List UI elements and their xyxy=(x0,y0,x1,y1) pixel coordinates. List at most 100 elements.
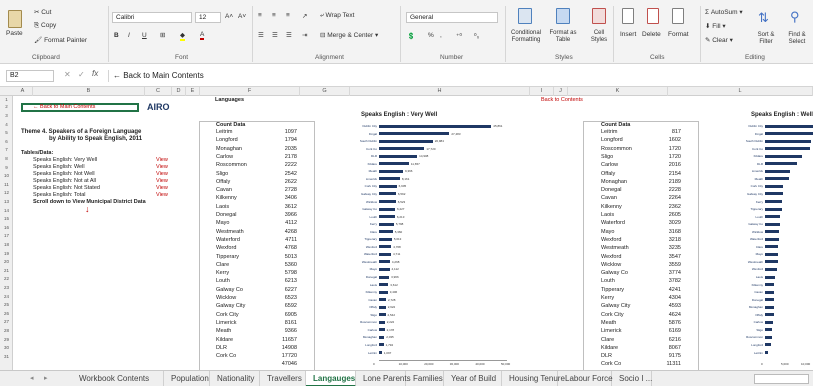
row-header[interactable]: 2 xyxy=(0,103,13,110)
chart-bar[interactable] xyxy=(765,320,774,324)
chart-bar[interactable] xyxy=(379,237,392,241)
align-middle-icon[interactable]: ≡ xyxy=(272,12,276,19)
row-header[interactable]: 9 xyxy=(0,164,13,171)
row-header[interactable]: 10 xyxy=(0,172,13,179)
row-header[interactable]: 27 xyxy=(0,318,13,325)
chart-bar[interactable] xyxy=(765,139,811,143)
chart-bar[interactable] xyxy=(765,298,774,302)
format-as-table-icon[interactable] xyxy=(556,8,570,24)
row-header[interactable]: 21 xyxy=(0,267,13,274)
number-format-dropdown[interactable]: General xyxy=(406,12,498,23)
delete-cells-icon[interactable] xyxy=(647,8,659,24)
row-header[interactable]: 26 xyxy=(0,310,13,317)
orientation-icon[interactable]: ↗ xyxy=(302,12,307,20)
chart-bar[interactable] xyxy=(765,222,781,226)
autosum-button[interactable]: Σ AutoSum ▾ xyxy=(705,8,743,16)
tab-sheet[interactable]: Population xyxy=(164,371,210,386)
font-color-icon[interactable]: A xyxy=(200,31,205,40)
tab-sheet[interactable]: Travellers xyxy=(260,371,306,386)
sort-filter-button[interactable]: Sort & Filter xyxy=(752,32,780,46)
chart-bar[interactable] xyxy=(765,177,789,181)
column-header[interactable]: K xyxy=(568,87,668,96)
chart-bar[interactable] xyxy=(765,252,778,256)
toc-view-link[interactable]: View xyxy=(156,185,168,192)
chart-bar[interactable] xyxy=(765,147,811,151)
row-header[interactable]: 23 xyxy=(0,284,13,291)
chart-bar[interactable] xyxy=(379,139,433,143)
underline-button[interactable]: U xyxy=(142,32,147,39)
row-header[interactable]: 17 xyxy=(0,232,13,239)
row-header[interactable]: 11 xyxy=(0,181,13,188)
row-header[interactable]: 5 xyxy=(0,129,13,136)
chart-bar[interactable] xyxy=(379,177,400,181)
chart-bar[interactable] xyxy=(379,343,384,347)
row-header[interactable]: 24 xyxy=(0,293,13,300)
fill-color-icon[interactable]: ◆ xyxy=(180,31,185,41)
increase-font-icon[interactable]: A˄ xyxy=(225,13,233,20)
chart-bar[interactable] xyxy=(379,200,396,203)
tab-sheet[interactable]: Langauges xyxy=(306,371,356,386)
chart-bar[interactable] xyxy=(765,207,782,211)
chart-bar[interactable] xyxy=(765,230,780,234)
chart-bar[interactable] xyxy=(379,313,386,317)
chart-bar[interactable] xyxy=(765,184,784,188)
format-cells-button[interactable]: Format xyxy=(668,31,689,38)
chart-bar[interactable] xyxy=(379,162,409,166)
align-right-icon[interactable]: ☰ xyxy=(286,31,292,39)
chart-bar[interactable] xyxy=(379,275,390,279)
column-header[interactable]: D xyxy=(172,87,186,96)
chart-bar[interactable] xyxy=(379,147,425,151)
chart-bar[interactable] xyxy=(379,320,385,324)
align-bottom-icon[interactable]: ≡ xyxy=(286,12,290,19)
row-header[interactable]: 30 xyxy=(0,344,13,351)
format-painter-button[interactable]: 🖌 Format Painter xyxy=(34,36,87,44)
indent-icon[interactable]: ⇥ xyxy=(302,31,307,39)
enter-icon[interactable]: ✓ xyxy=(78,70,85,79)
row-header[interactable]: 12 xyxy=(0,189,13,196)
row-header[interactable]: 1 xyxy=(0,96,13,103)
tab-sheet[interactable]: Lone Parents xyxy=(356,371,411,386)
toc-view-link[interactable]: View xyxy=(156,164,168,171)
column-header[interactable]: G xyxy=(300,87,350,96)
fill-button[interactable]: ⬇ Fill ▾ xyxy=(705,22,726,30)
chart-bar[interactable] xyxy=(765,305,774,309)
chart-bar[interactable] xyxy=(379,298,386,302)
delete-cells-button[interactable]: Delete xyxy=(642,31,661,38)
insert-cells-icon[interactable] xyxy=(622,8,634,24)
font-size-dropdown[interactable]: 12 xyxy=(195,12,221,23)
tab-sheet[interactable]: Housing Tenure xyxy=(502,371,565,386)
cancel-icon[interactable]: ✕ xyxy=(64,70,71,79)
toc-view-link[interactable]: View xyxy=(156,171,168,178)
column-header[interactable]: H xyxy=(350,87,530,96)
paste-icon[interactable] xyxy=(8,10,22,28)
currency-icon[interactable]: 💲 xyxy=(407,32,415,40)
cell-styles-button[interactable]: Cell Styles xyxy=(588,30,610,44)
chart-bar[interactable] xyxy=(765,283,775,287)
row-header[interactable]: 7 xyxy=(0,146,13,153)
conditional-formatting-icon[interactable] xyxy=(518,8,532,24)
chart-bar[interactable] xyxy=(379,154,418,158)
font-name-dropdown[interactable]: Calibri xyxy=(112,12,192,23)
clear-button[interactable]: ✎ Clear ▾ xyxy=(705,36,733,44)
chart-bar[interactable] xyxy=(379,328,385,332)
chart-bar[interactable] xyxy=(379,252,392,256)
row-header[interactable]: 8 xyxy=(0,155,13,162)
row-header[interactable]: 15 xyxy=(0,215,13,222)
chart-bar[interactable] xyxy=(765,132,813,136)
format-as-table-button[interactable]: Format as Table xyxy=(545,30,581,44)
chart-bar[interactable] xyxy=(379,230,393,234)
tab-sheet[interactable]: Socio I ... xyxy=(612,371,652,386)
row-header[interactable]: 16 xyxy=(0,224,13,231)
chart-bar[interactable] xyxy=(765,200,783,203)
chart-bar[interactable] xyxy=(765,192,784,196)
tab-scroll-left-icon[interactable]: ◂ xyxy=(30,374,34,382)
chart-bar[interactable] xyxy=(765,290,775,294)
wrap-text-button[interactable]: ⤶ Wrap Text xyxy=(320,12,354,20)
decrease-font-icon[interactable]: A˅ xyxy=(238,13,246,20)
chart-bar[interactable] xyxy=(765,267,778,271)
merge-center-button[interactable]: ⊟ Merge & Center ▾ xyxy=(320,31,378,39)
column-header[interactable]: I xyxy=(530,87,554,96)
chart-bar[interactable] xyxy=(379,124,492,128)
formula-input[interactable]: ← Back to Main Contents xyxy=(108,70,808,82)
borders-icon[interactable]: ⊞ xyxy=(160,31,165,39)
